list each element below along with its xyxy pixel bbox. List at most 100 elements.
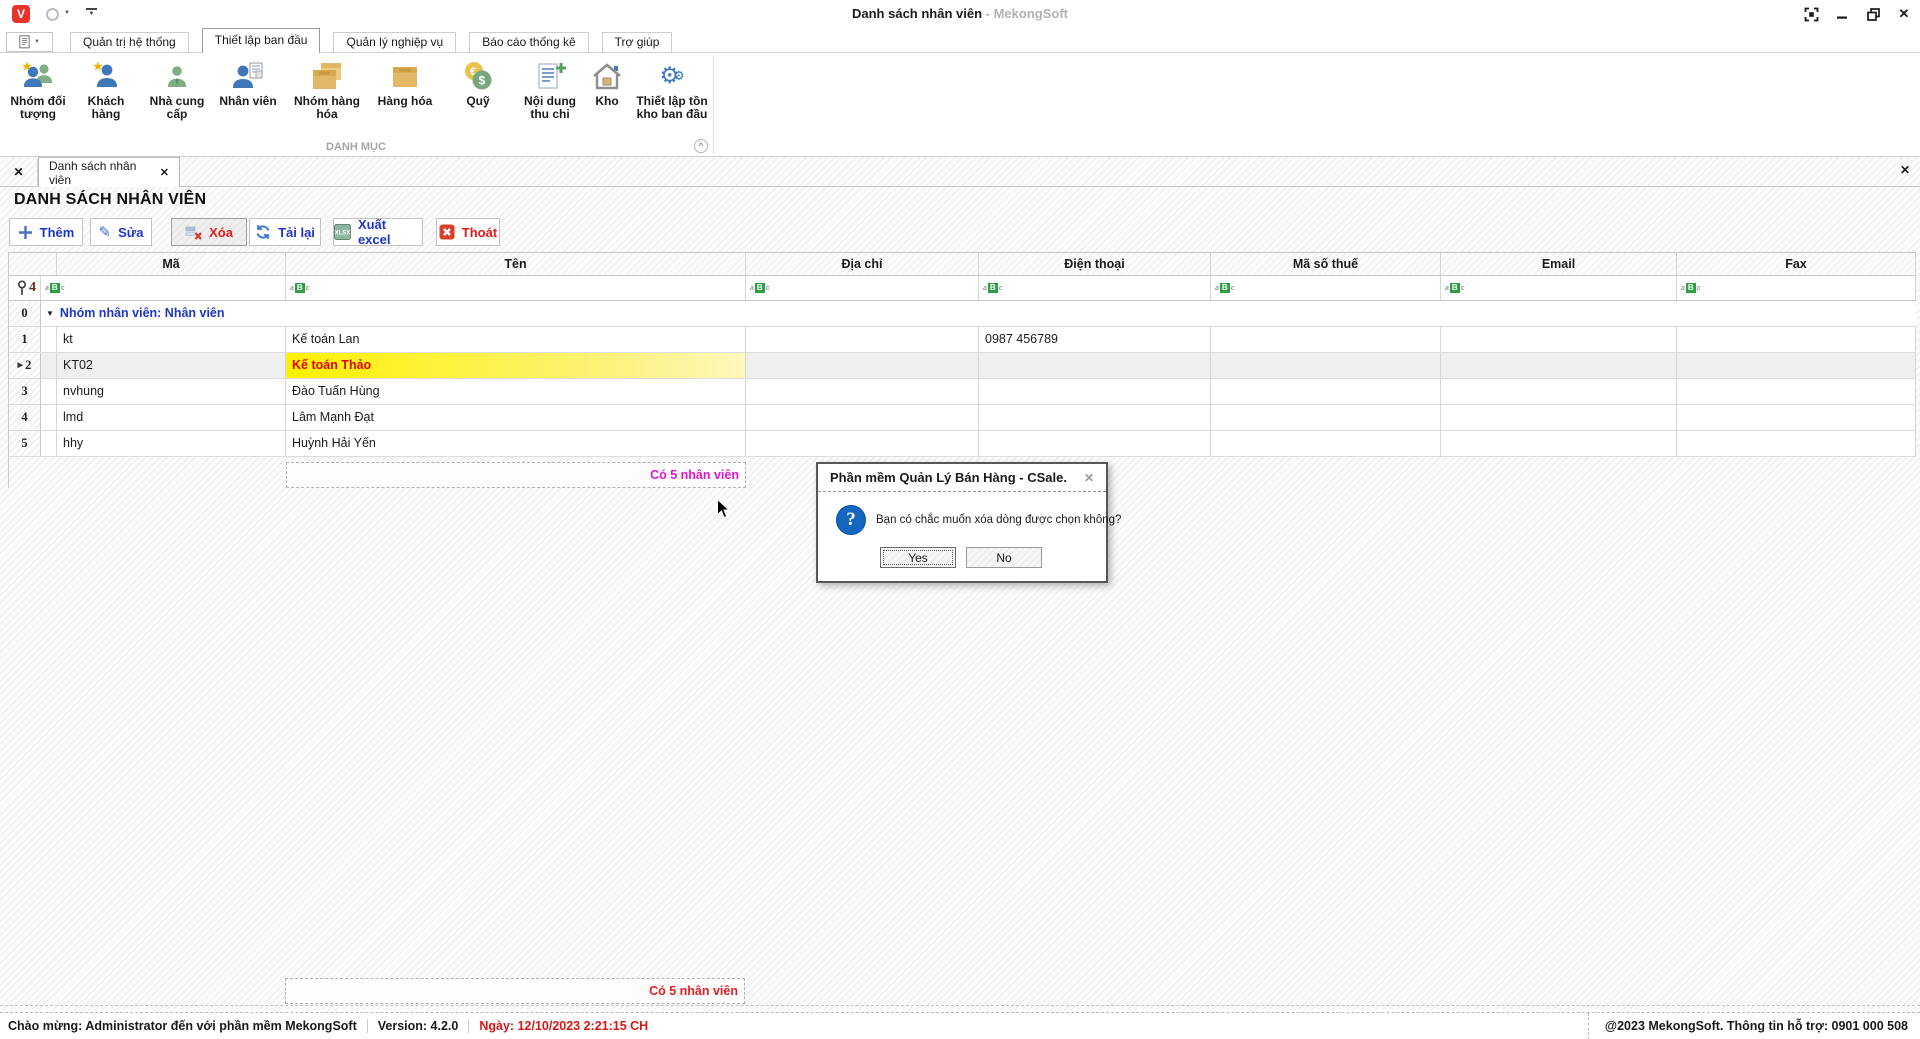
column-header-dien-thoai[interactable]: Điện thoại [979,253,1211,275]
no-button[interactable]: No [966,547,1042,568]
quick-access-caret-icon[interactable]: ▼ [64,10,70,16]
fit-screen-button[interactable] [1803,6,1819,22]
cell-dien-thoai[interactable] [979,379,1211,404]
ribbon-item-thiet-lap-ton-kho[interactable]: ⚙⚙ Thiết lập tồn kho ban đầu [626,57,718,121]
cell-ten-highlighted[interactable]: Kế toán Thảo [286,353,746,378]
cell-ma[interactable]: kt [57,327,286,352]
group-row-content[interactable]: ▼ Nhóm nhân viên: Nhân viên [41,301,1916,326]
filter-cell-ten[interactable]: aBc [286,276,746,300]
column-header-fax[interactable]: Fax [1677,253,1916,275]
tab-danh-sach-nhan-vien[interactable]: Danh sách nhân viên ✕ [38,157,180,187]
cell-email[interactable] [1441,431,1677,456]
cell-ma-so-thue[interactable] [1211,353,1441,378]
add-button[interactable]: Thêm [9,218,83,246]
table-row[interactable]: 3 nvhung Đào Tuấn Hùng [9,379,1916,405]
cell-email[interactable] [1441,405,1677,430]
cell-dien-thoai[interactable] [979,353,1211,378]
cell-dia-chi[interactable] [746,379,979,404]
edit-button[interactable]: ✎ Sửa [90,218,152,246]
cell-fax[interactable] [1677,431,1916,456]
filter-cell-ma[interactable]: aBc [41,276,286,300]
collapse-triangle-icon[interactable]: ▼ [46,301,54,326]
cell-ma-so-thue[interactable] [1211,327,1441,352]
filter-cell-email[interactable]: aBc [1441,276,1677,300]
delete-button[interactable]: Xóa [171,218,247,246]
cell-ten[interactable]: Huỳnh Hải Yến [286,431,746,456]
tab-close-icon[interactable]: ✕ [160,166,169,179]
tab-quan-tri-he-thong[interactable]: Quản trị hệ thống [70,32,189,53]
dialog-titlebar[interactable]: Phần mềm Quản Lý Bán Hàng - CSale. ✕ [818,464,1106,492]
table-row[interactable]: 1 kt Kế toán Lan 0987 456789 [9,327,1916,353]
ribbon-collapse-button[interactable]: ^ [694,139,708,153]
ribbon-item-nha-cung-cap[interactable]: Nhà cung cấp [146,57,208,121]
tab-thiet-lap-ban-dau[interactable]: Thiết lập ban đầu [202,28,321,53]
restore-button[interactable] [1865,6,1881,22]
cell-dia-chi[interactable] [746,405,979,430]
cell-dien-thoai[interactable] [979,405,1211,430]
ribbon-item-kho[interactable]: Kho [587,57,627,108]
cell-ten[interactable]: Đào Tuấn Hùng [286,379,746,404]
cell-dia-chi[interactable] [746,431,979,456]
quick-access-circle-icon[interactable] [46,8,59,21]
export-excel-button[interactable]: XLSX Xuất excel [333,218,423,246]
table-row[interactable]: 4 lmd Lâm Mạnh Đạt [9,405,1916,431]
cell-email[interactable] [1441,379,1677,404]
cell-ma-so-thue[interactable] [1211,379,1441,404]
tab-tro-giup[interactable]: Trợ giúp [602,32,673,53]
cell-fax[interactable] [1677,379,1916,404]
filter-cell-dia-chi[interactable]: aBc [746,276,979,300]
tabstrip-close-left-button[interactable]: ✕ [0,159,38,185]
table-row-selected[interactable]: ▶2 KT02 Kế toán Thảo [9,353,1916,379]
filter-cell-fax[interactable]: aBc [1677,276,1916,300]
abc-c: c [999,285,1003,292]
table-row[interactable]: 5 hhy Huỳnh Hải Yến [9,431,1916,457]
tab-quan-ly-nghiep-vu[interactable]: Quản lý nghiệp vụ [333,32,456,53]
column-header-ma-so-thue[interactable]: Mã số thuế [1211,253,1441,275]
toolbar-customize-icon[interactable]: ▼ [86,8,97,17]
exit-button[interactable]: Thoát [436,218,500,246]
ribbon-item-label: Nhóm hàng hóa [289,95,365,121]
column-header-ten[interactable]: Tên [286,253,746,275]
pin-icon [17,280,27,296]
cell-ma[interactable]: hhy [57,431,286,456]
ribbon-item-nhom-hang-hoa[interactable]: Nhóm hàng hóa [289,57,365,121]
group-row[interactable]: 0 ▼ Nhóm nhân viên: Nhân viên [9,301,1916,327]
column-header-ma[interactable]: Mã [57,253,286,275]
ribbon-item-khach-hang[interactable]: ★ Khách hàng [78,57,134,121]
cell-dien-thoai[interactable]: 0987 456789 [979,327,1211,352]
ribbon-item-nhan-vien[interactable]: Nhân viên [213,57,283,108]
reload-button[interactable]: Tải lại [249,218,321,246]
yes-button[interactable]: Yes [880,547,956,568]
cell-dien-thoai[interactable] [979,431,1211,456]
cell-dia-chi[interactable] [746,353,979,378]
cell-fax[interactable] [1677,405,1916,430]
column-header-dia-chi[interactable]: Địa chỉ [746,253,979,275]
filter-cell-ma-so-thue[interactable]: aBc [1211,276,1441,300]
cell-email[interactable] [1441,327,1677,352]
ribbon-item-noi-dung-thu-chi[interactable]: Nội dung thu chi [517,57,583,121]
cell-fax[interactable] [1677,327,1916,352]
close-button[interactable]: ✕ [1896,6,1912,22]
cell-email[interactable] [1441,353,1677,378]
filter-cell-dien-thoai[interactable]: aBc [979,276,1211,300]
cell-ma[interactable]: lmd [57,405,286,430]
cell-fax[interactable] [1677,353,1916,378]
dialog-close-icon[interactable]: ✕ [1084,471,1094,485]
svg-text:$: $ [479,74,486,88]
tab-bao-cao-thong-ke[interactable]: Báo cáo thống kê [469,32,588,53]
cell-ma[interactable]: nvhung [57,379,286,404]
cell-dia-chi[interactable] [746,327,979,352]
ribbon-item-quy[interactable]: €$ Quỹ [456,57,500,108]
ribbon-item-hang-hoa[interactable]: Hàng hóa [370,57,440,108]
ribbon-item-nhom-doi-tuong[interactable]: ★ Nhóm đối tượng [5,57,71,121]
column-header-email[interactable]: Email [1441,253,1677,275]
tabstrip-close-right-button[interactable]: ✕ [1900,163,1910,177]
app-menu-button[interactable]: ▼ [6,32,53,52]
cell-ten[interactable]: Lâm Mạnh Đạt [286,405,746,430]
group-summary-count: Có 5 nhân viên [286,462,746,488]
cell-ma[interactable]: KT02 [57,353,286,378]
minimize-button[interactable] [1834,6,1850,22]
cell-ten[interactable]: Kế toán Lan [286,327,746,352]
cell-ma-so-thue[interactable] [1211,431,1441,456]
cell-ma-so-thue[interactable] [1211,405,1441,430]
